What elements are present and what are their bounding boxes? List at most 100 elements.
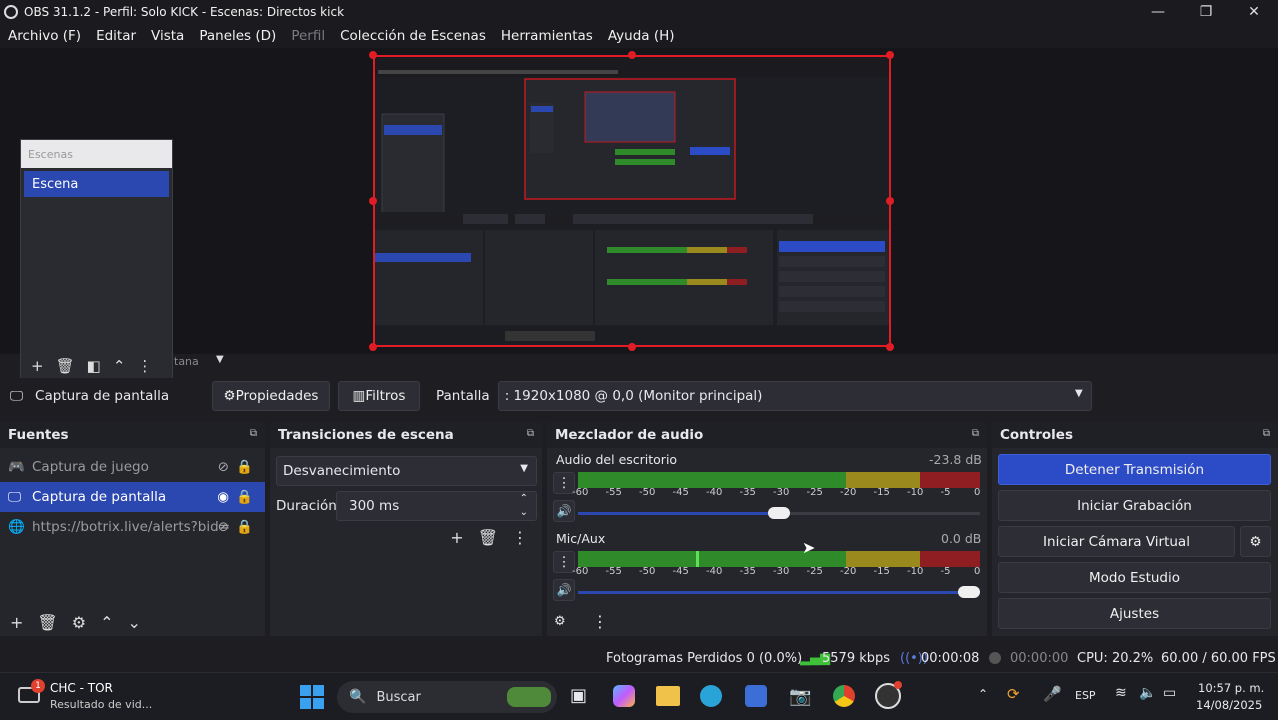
store-icon[interactable] [745, 685, 767, 707]
speaker-icon[interactable]: 🔊 [553, 500, 575, 522]
more-icon[interactable]: ⋮ [137, 357, 152, 375]
eye-icon[interactable]: ◉ [217, 489, 229, 505]
menu-editar[interactable]: Editar [96, 28, 136, 44]
meter-tick-label: -60 [572, 487, 589, 498]
menu-paneles[interactable]: Paneles (D) [199, 28, 276, 44]
taskbar-search[interactable]: 🔍 Buscar [337, 681, 557, 713]
virtual-camera-settings-icon[interactable]: ⚙ [1240, 526, 1271, 557]
settings-button[interactable]: Ajustes [998, 598, 1271, 629]
move-down-icon[interactable]: ⌄ [127, 613, 140, 632]
popout-icon[interactable]: ⧉ [250, 428, 257, 439]
volume-slider-handle[interactable] [768, 507, 790, 519]
resize-handle-icon[interactable] [369, 343, 377, 351]
speaker-icon[interactable]: 🔊 [553, 579, 575, 601]
lock-icon[interactable]: 🔒 [236, 489, 253, 505]
meter-tick-label: -40 [706, 487, 723, 498]
resize-handle-icon[interactable] [886, 197, 894, 205]
transition-select[interactable]: Desvanecimiento ▼ [276, 456, 537, 486]
hidden-eye-icon[interactable]: ⊘ [218, 459, 229, 475]
filters-button[interactable]: ▥ Filtros [338, 381, 420, 411]
more-icon[interactable]: ⋮ [592, 612, 608, 631]
dropdown-arrow-icon[interactable]: ▼ [216, 354, 224, 365]
chrome-icon[interactable] [833, 685, 855, 707]
remove-transition-icon[interactable]: 🗑 [478, 528, 498, 547]
windows-start-icon[interactable] [300, 685, 324, 709]
resize-handle-icon[interactable] [886, 343, 894, 351]
minimize-button[interactable]: — [1134, 0, 1182, 24]
record-icon [989, 652, 1001, 664]
resize-handle-icon[interactable] [886, 51, 894, 59]
menu-perfil[interactable]: Perfil [291, 28, 325, 44]
weather-title[interactable]: CHC - TOR [50, 681, 113, 695]
weather-subtitle[interactable]: Resultado de vid... [50, 698, 152, 711]
add-transition-icon[interactable]: + [450, 528, 463, 547]
scene-item[interactable]: Escena [24, 171, 169, 197]
hidden-eye-icon[interactable]: ⊘ [218, 519, 229, 535]
add-scene-icon[interactable]: + [31, 357, 44, 375]
volume-slider[interactable] [578, 591, 980, 594]
microphone-icon[interactable]: 🎤 [1043, 685, 1062, 703]
menu-coleccion-escenas[interactable]: Colección de Escenas [340, 28, 486, 44]
move-up-icon[interactable]: ⌃ [113, 357, 126, 375]
preview-canvas[interactable] [373, 55, 891, 347]
maximize-button[interactable]: ❐ [1182, 0, 1230, 24]
move-up-icon[interactable]: ⌃ [100, 613, 113, 632]
more-icon[interactable]: ⋮ [512, 528, 528, 547]
menu-ayuda[interactable]: Ayuda (H) [608, 28, 675, 44]
file-explorer-icon[interactable] [656, 686, 680, 706]
meter-tick-label: -50 [639, 487, 656, 498]
remove-scene-icon[interactable]: 🗑 [56, 357, 75, 375]
lock-icon[interactable]: 🔒 [236, 459, 253, 475]
show-hidden-icons-icon[interactable]: ⌃ [978, 687, 988, 701]
popout-icon[interactable]: ⧉ [527, 428, 534, 439]
lock-icon[interactable]: 🔒 [236, 519, 253, 535]
resize-handle-icon[interactable] [369, 51, 377, 59]
display-select[interactable]: : 1920x1080 @ 0,0 (Monitor principal) ▼ [497, 381, 1092, 411]
stepper-icon[interactable]: ⌃ ⌄ [520, 492, 528, 520]
meter-tick-label: -45 [672, 487, 689, 498]
source-settings-icon[interactable]: ⚙ [72, 613, 86, 632]
source-item-browser[interactable]: 🌐 https://botrix.live/alerts?bid= ⊘ 🔒 [0, 512, 265, 542]
popout-icon[interactable]: ⧉ [972, 428, 979, 439]
channel-name: Mic/Aux [556, 531, 606, 546]
source-item-game[interactable]: 🎮 Captura de juego ⊘ 🔒 [0, 452, 265, 482]
clock-date[interactable]: 14/08/2025 [1196, 698, 1262, 712]
globe-icon: 🌐 [8, 519, 25, 535]
channel-name: Audio del escritorio [556, 452, 678, 467]
filters-icon[interactable]: ◧ [87, 357, 101, 375]
source-item-screen[interactable]: 🖵 Captura de pantalla ◉ 🔒 [0, 482, 265, 512]
volume-icon[interactable]: 🔈 [1139, 685, 1156, 701]
studio-mode-button[interactable]: Modo Estudio [998, 562, 1271, 593]
remove-source-icon[interactable]: 🗑 [37, 613, 57, 632]
close-button[interactable]: ✕ [1230, 0, 1278, 24]
duration-input[interactable]: 300 ms ⌃ ⌄ [336, 491, 537, 521]
mouse-cursor-icon: ➤ [802, 538, 816, 557]
add-source-icon[interactable]: + [10, 613, 23, 632]
stop-streaming-button[interactable]: Detener Transmisión [998, 454, 1271, 485]
resize-handle-icon[interactable] [628, 51, 636, 59]
task-view-icon[interactable]: ▣ [570, 685, 587, 706]
resize-handle-icon[interactable] [369, 197, 377, 205]
language-indicator[interactable]: ESP [1075, 689, 1096, 702]
camera-icon[interactable]: 📷 [789, 686, 811, 707]
advanced-audio-icon[interactable]: ⚙ [554, 614, 566, 629]
copilot-icon[interactable] [613, 685, 635, 707]
menu-archivo[interactable]: Archivo (F) [8, 28, 81, 44]
start-virtual-camera-button[interactable]: Iniciar Cámara Virtual [998, 526, 1235, 557]
live-indicator-icon [894, 681, 902, 689]
gamepad-icon: 🎮 [8, 459, 25, 475]
menu-vista[interactable]: Vista [151, 28, 184, 44]
popout-icon[interactable]: ⧉ [1263, 428, 1270, 439]
start-recording-button[interactable]: Iniciar Grabación [998, 490, 1271, 521]
volume-slider-handle[interactable] [958, 586, 980, 598]
resize-handle-icon[interactable] [628, 343, 636, 351]
sync-icon[interactable]: ⟳ [1007, 685, 1020, 703]
properties-button[interactable]: ⚙ Propiedades [212, 381, 330, 411]
clock-time[interactable]: 10:57 p. m. [1198, 681, 1264, 695]
bitrate: 5579 kbps [822, 650, 891, 666]
wifi-icon[interactable]: ≋ [1115, 685, 1127, 701]
menu-herramientas[interactable]: Herramientas [501, 28, 593, 44]
scenes-panel: Escenas Escena + 🗑 ◧ ⌃ ⋮ [20, 139, 173, 379]
battery-icon[interactable]: ▭ [1163, 685, 1176, 701]
edge-icon[interactable] [700, 685, 722, 707]
